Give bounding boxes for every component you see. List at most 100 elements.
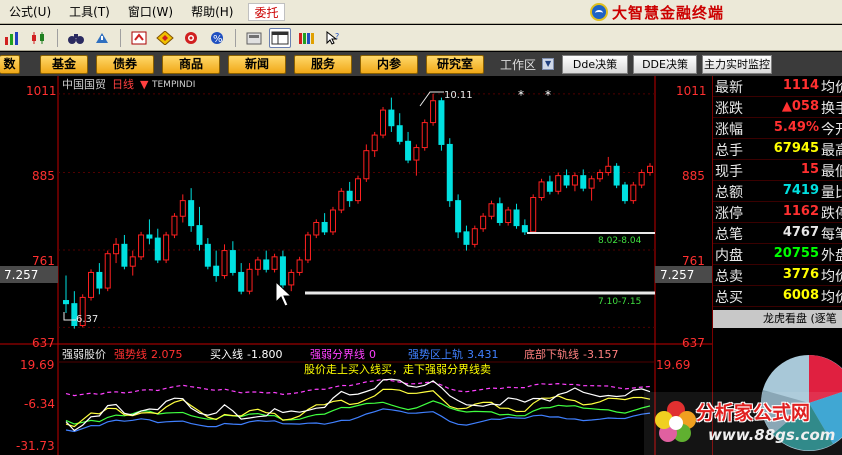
quote-label-right: 均价 [821, 269, 842, 285]
candle-body [213, 265, 220, 277]
quote-label: 现手 [715, 164, 743, 180]
price-label-left-top: 1011 [26, 84, 57, 98]
alert-icon[interactable] [91, 28, 113, 48]
quote-row: 涨停 1162跌停 [713, 202, 842, 223]
candle-body [88, 271, 95, 298]
nav-fund-button[interactable]: 基金 [40, 54, 88, 74]
quote-label: 总卖 [715, 269, 743, 285]
sub-param-label: 买入线 [210, 347, 243, 361]
price-label-right-top: 1011 [676, 84, 707, 98]
nav-commodity-button[interactable]: 商品 [162, 54, 220, 74]
candle-body [630, 184, 637, 202]
candle-body [313, 221, 320, 236]
radar-icon[interactable] [180, 28, 202, 48]
quote-row: 现手 15最低 [713, 160, 842, 181]
quote-value: 20755 [773, 246, 819, 261]
quote-label: 总手 [715, 143, 743, 159]
candle-body [538, 181, 545, 199]
nav-bar: 数 基金 债券 商品 新闻 服务 内参 研究室 工作区 ▼ Dde决策 DDE决… [0, 52, 842, 76]
candle-body [438, 100, 445, 145]
cursor-help-icon[interactable]: ? [321, 28, 343, 48]
nav-bond-button[interactable]: 债券 [96, 54, 154, 74]
binoculars-icon[interactable] [65, 28, 87, 48]
star-marker-icon: * [518, 88, 524, 102]
candle-body [388, 109, 395, 127]
bar-chart-icon[interactable] [2, 28, 24, 48]
brand: 大智慧金融终端 [589, 2, 724, 22]
sub-param-value: -1.800 [247, 348, 282, 361]
candle-body [204, 243, 211, 267]
svg-text:?: ? [335, 32, 339, 41]
candle-body [471, 228, 478, 245]
toolbar-separator [57, 28, 58, 47]
sub-label-top: 19.69 [20, 358, 54, 372]
app-window: 公式(U) 工具(T) 窗口(W) 帮助(H) 委托 大智慧金融终端 % ? 数… [0, 0, 842, 455]
candle-body [605, 165, 612, 174]
toolbar-separator [120, 28, 121, 47]
candle-body [113, 243, 120, 255]
svg-text:%: % [213, 34, 223, 45]
menu-help[interactable]: 帮助(H) [182, 0, 242, 24]
dragon-tiger-tab[interactable]: 龙虎看盘 (逐笔 [713, 310, 842, 328]
brand-logo-icon [589, 3, 608, 21]
candle-body [496, 203, 503, 223]
sub-param-label: 底部下轨线 [524, 347, 579, 361]
current-price-right: 7.257 [660, 268, 694, 282]
workspace-dropdown-icon[interactable]: ▼ [542, 58, 555, 70]
layout-icon[interactable] [269, 27, 291, 48]
candle-body [613, 165, 620, 186]
candle-body [304, 234, 311, 261]
candle-body [354, 178, 362, 202]
flower-logo-icon [655, 401, 696, 442]
candle-body [338, 190, 345, 211]
nav-service-button[interactable]: 服务 [294, 54, 352, 74]
books-icon[interactable] [295, 28, 317, 48]
nav-research-button[interactable]: 研究室 [426, 54, 484, 74]
calculator-icon[interactable] [243, 28, 265, 48]
nav-reference-button[interactable]: 内参 [360, 54, 418, 74]
candle-body [588, 178, 595, 189]
dde-decision-button[interactable]: Dde决策 [562, 54, 629, 74]
entrust-button[interactable]: 委托 [248, 2, 285, 21]
candle-body [488, 203, 495, 217]
candle-body [196, 225, 203, 245]
sub-indicator-name: 强弱股价 [62, 348, 106, 361]
nav-news-button[interactable]: 新闻 [228, 54, 286, 74]
quote-row: 总笔 4767每笔 [713, 223, 842, 244]
percent-icon[interactable]: % [206, 28, 228, 48]
menu-formula[interactable]: 公式(U) [0, 0, 60, 24]
brand-title: 大智慧金融终端 [611, 3, 724, 22]
low-annotation: 6.37 [76, 314, 98, 325]
candle-body [121, 243, 128, 267]
diamond-icon[interactable] [154, 28, 176, 48]
kline-icon[interactable] [28, 28, 50, 48]
kline-chart[interactable]: 中国国贸 日线 ▼ TEMPINDI 1011 885 761 637 1011… [0, 76, 712, 455]
quote-row: 内盘 20755外盘 [713, 244, 842, 265]
dde-decision-upper-button[interactable]: DDE决策 [633, 54, 698, 74]
quote-value: 6008 [782, 288, 819, 303]
candle-body [238, 271, 245, 292]
quote-value: 3776 [782, 267, 819, 282]
main-force-monitor-button[interactable]: 主力实时监控 [702, 54, 773, 74]
candle-body [271, 256, 278, 270]
menu-tools[interactable]: 工具(T) [60, 0, 119, 24]
menu-window[interactable]: 窗口(W) [119, 0, 182, 24]
sub-signal-text: 股价走上买入线买，走下强弱分界线卖 [304, 362, 491, 376]
price-label-right-3: 761 [682, 254, 705, 268]
workspace-label: 工作区 [500, 57, 537, 72]
nav-data-button[interactable]: 数 [0, 54, 20, 74]
candle-body [138, 234, 145, 258]
band-label-upper: 8.02-8.04 [598, 236, 642, 246]
sub-param-label: 强势区上轨 [408, 347, 463, 361]
sub-param-label: 强弱分界线 [310, 347, 365, 361]
refresh-icon[interactable] [128, 28, 150, 48]
quote-row: 总买 6008均价 [713, 286, 842, 307]
quote-row: 总卖 3776均价 [713, 265, 842, 286]
candle-body [446, 143, 453, 202]
price-label-left-2: 885 [32, 169, 55, 183]
candle-body [555, 175, 562, 192]
quote-value: 4767 [782, 225, 819, 240]
candle-body [363, 150, 370, 180]
quote-label: 总额 [715, 185, 743, 201]
quote-row: 涨幅 5.49%今开 [713, 118, 842, 139]
